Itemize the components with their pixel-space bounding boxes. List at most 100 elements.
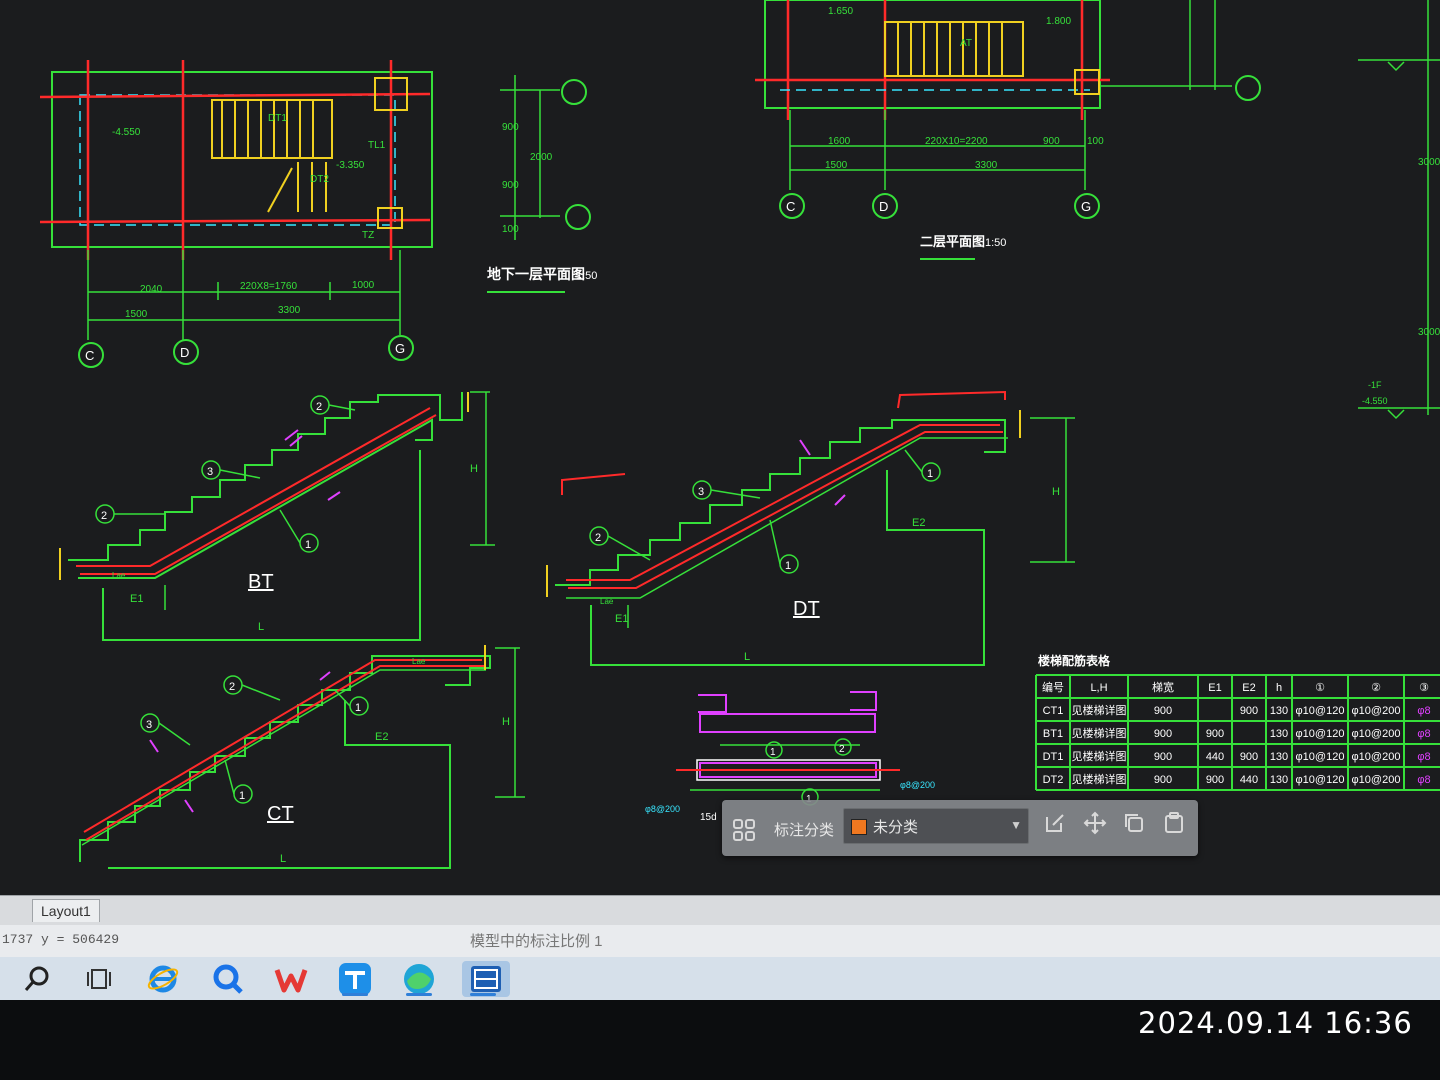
ct-mark-1: 1 <box>355 702 361 714</box>
photo-timestamp: 2024.09.14 16:36 <box>1138 1006 1413 1040</box>
table-cell: φ8 <box>1417 751 1430 763</box>
plan1-axis-d: D <box>180 345 189 360</box>
ct-mark-3: 3 <box>146 719 152 731</box>
plan1-stair-label-dt1: DT1 <box>268 113 287 124</box>
detail-rebar-left: φ8@200 <box>645 804 680 814</box>
ct-lae: Lae <box>412 657 426 666</box>
table-header-cell: h <box>1276 682 1282 694</box>
plan2-dim-top-1: 1600 <box>828 136 851 147</box>
section-dim-1: 3000 <box>1418 157 1440 168</box>
stair-detail-ct: 2 3 1 1 CT L H E2 Lae <box>79 645 525 869</box>
plan1-dim-top-3: 1000 <box>352 280 375 291</box>
bt-dim-e1: E1 <box>130 593 143 605</box>
table-cell: 900 <box>1154 774 1172 786</box>
table-cell: φ10@120 <box>1296 751 1345 763</box>
ct-dim-l: L <box>280 853 286 865</box>
tencent-meeting-icon[interactable] <box>334 961 376 997</box>
active-indicator <box>470 993 496 996</box>
table-cell: φ10@200 <box>1352 774 1401 786</box>
table-cell: φ8 <box>1417 728 1430 740</box>
cad-drawing-canvas[interactable]: DT1 DT2 TL1 TZ -4.550 -3.350 2040 220X8=… <box>0 0 1440 900</box>
plan1-axis-g: G <box>395 341 405 356</box>
table-cell: 900 <box>1240 705 1258 717</box>
dt-mark-1b: 1 <box>927 468 933 480</box>
annotation-category-toolbar: 标注分类 未分类 ▼ <box>722 800 1198 856</box>
move-icon[interactable] <box>1080 808 1110 838</box>
plan1-title: 地下一层平面图 <box>487 266 585 282</box>
dt-dim-h: H <box>1052 486 1060 498</box>
monitor-screen: DT1 DT2 TL1 TZ -4.550 -3.350 2040 220X8=… <box>0 0 1440 1000</box>
plan2-dim-bottom-2: 3300 <box>975 160 998 171</box>
dt-mark-3: 3 <box>698 486 704 498</box>
table-header-cell: ① <box>1315 682 1325 694</box>
dt-lae: Lae <box>600 597 614 606</box>
bt-lae: Lae <box>112 571 126 580</box>
grid-menu-icon[interactable] <box>732 818 756 847</box>
status-bar: 1737 y = 506429 模型中的标注比例 1 <box>0 925 1440 957</box>
cursor-coordinates: 1737 y = 506429 <box>2 932 120 947</box>
active-indicator <box>406 993 432 996</box>
plan1-axis-c: C <box>85 348 94 363</box>
bt-dim-l: L <box>258 621 264 633</box>
search-icon[interactable] <box>16 961 58 997</box>
table-header-cell: E2 <box>1242 682 1255 694</box>
table-cell: φ10@200 <box>1352 705 1401 717</box>
table-cell: 900 <box>1154 728 1172 740</box>
plan-second-floor: 1.650 1.800 AT 1600 220X10=2200 900 100 … <box>755 0 1261 260</box>
plan2-axis-c: C <box>786 199 795 214</box>
table-cell: DT2 <box>1043 774 1064 786</box>
table-header-cell: ③ <box>1419 682 1429 694</box>
ct-label: CT <box>267 803 294 825</box>
table-cell: DT1 <box>1043 751 1064 763</box>
ct-mark-1b: 1 <box>239 790 245 802</box>
plan2-level-2: 1.800 <box>1046 16 1071 27</box>
table-cell: 见楼梯详图 <box>1072 772 1127 786</box>
plan1-stair-label-dt2: DT2 <box>310 174 329 185</box>
table-header-cell: 编号 <box>1042 680 1064 694</box>
dt-mark-1: 1 <box>785 560 791 572</box>
paste-icon[interactable] <box>1159 808 1189 838</box>
annotation-category-label: 标注分类 <box>774 822 835 839</box>
table-cell: 440 <box>1240 774 1258 786</box>
dt-dim-l: L <box>744 651 750 663</box>
edit-icon[interactable] <box>1040 808 1070 838</box>
table-cell: φ10@120 <box>1296 774 1345 786</box>
table-cell: φ10@200 <box>1352 751 1401 763</box>
bt-label: BT <box>248 571 274 593</box>
table-cell: 900 <box>1154 705 1172 717</box>
bt-dim-h: H <box>470 463 478 475</box>
search-app-icon[interactable] <box>206 961 248 997</box>
plan2-level-1: 1.650 <box>828 6 853 17</box>
cad-app-icon[interactable] <box>462 961 510 997</box>
category-color-swatch <box>851 819 867 835</box>
table-cell: φ10@120 <box>1296 705 1345 717</box>
bt-mark-2b: 2 <box>316 401 322 413</box>
detail-mark-1: 1 <box>770 747 776 758</box>
tab-layout1[interactable]: Layout1 <box>32 899 100 922</box>
table-header-cell: ② <box>1371 682 1381 694</box>
plan1-beam-label: TL1 <box>368 140 386 151</box>
edge-browser-icon[interactable] <box>398 961 440 997</box>
copy-icon[interactable] <box>1119 808 1149 838</box>
cad-drawing: DT1 DT2 TL1 TZ -4.550 -3.350 2040 220X8=… <box>39 0 1440 869</box>
ie-browser-icon[interactable] <box>142 961 184 997</box>
plan2-dim-top-2: 220X10=2200 <box>925 136 988 147</box>
table-cell: 130 <box>1270 728 1288 740</box>
section-level-1: -1F <box>1368 380 1382 390</box>
table-cell: 130 <box>1270 774 1288 786</box>
table-header-cell: L,H <box>1090 682 1107 694</box>
table-cell: BT1 <box>1043 728 1063 740</box>
detail-note: 15d <box>700 812 717 823</box>
table-cell: φ8 <box>1417 774 1430 786</box>
annotation-category-select[interactable]: 未分类 ▼ <box>843 808 1029 844</box>
table-cell: 见楼梯详图 <box>1072 703 1127 717</box>
wps-office-icon[interactable] <box>270 961 312 997</box>
table-title: 楼梯配筋表格 <box>1038 653 1111 668</box>
plan1-dim-bottom-1: 1500 <box>125 309 148 320</box>
task-view-icon[interactable] <box>78 961 120 997</box>
table-header-cell: 梯宽 <box>1152 680 1174 694</box>
plan2-stair-label: AT <box>960 38 972 49</box>
plan1-level-2: -3.350 <box>336 160 365 171</box>
taskbar <box>0 957 1440 1000</box>
table-cell: 见楼梯详图 <box>1072 726 1127 740</box>
